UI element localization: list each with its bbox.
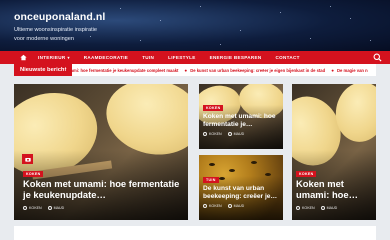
nav-item-tuin[interactable]: TUIN	[142, 55, 154, 60]
content-area	[14, 226, 376, 240]
category-badge[interactable]: TUIN	[203, 177, 219, 183]
clock-icon	[47, 206, 52, 210]
nav-item-lifestyle[interactable]: LIFESTYLE	[168, 55, 195, 60]
post-title[interactable]: Koken met umami: hoe fermentatie je…	[203, 113, 281, 129]
site-header: onceuponaland.nl Ultieme woonsinspiratie…	[0, 0, 390, 51]
main-nav: INTERIEUR ▾ RAAMDECORATIE TUIN LIFESTYLE…	[0, 51, 390, 64]
ticker-items: umami: hoe fermentatie je keukenupdate c…	[64, 68, 373, 73]
site-title[interactable]: onceuponaland.nl	[14, 11, 105, 23]
nav-item-contact[interactable]: CONTACT	[276, 55, 300, 60]
bullet-icon: ●	[331, 67, 334, 73]
clock-icon	[227, 204, 232, 208]
featured-post-card[interactable]: KOKEN Koken met umami: hoe… KOKEN MAUD	[292, 84, 376, 220]
post-date: MAUD	[53, 206, 65, 210]
site-tagline: Ultieme woonsinspiratie inspiratie voor …	[14, 27, 98, 42]
featured-post-card[interactable]: KOKEN Koken met umami: hoe fermentatie j…	[14, 84, 188, 220]
nav-item-interieur[interactable]: INTERIEUR ▾	[38, 55, 70, 60]
post-author[interactable]: KOKEN	[302, 206, 315, 210]
post-card[interactable]: TUIN De kunst van urban beekeeping: creë…	[199, 155, 283, 220]
category-badge[interactable]: KOKEN	[296, 171, 317, 177]
search-icon[interactable]	[373, 53, 382, 62]
post-author[interactable]: KOKEN	[209, 204, 222, 208]
post-title[interactable]: De kunst van urban beekeeping: creëer je…	[203, 185, 281, 201]
home-icon	[19, 54, 27, 61]
ticker-link[interactable]: ● De kunst van urban beekeeping: creëer …	[184, 68, 325, 73]
post-date: MAUD	[326, 206, 338, 210]
user-icon	[296, 206, 300, 210]
post-card[interactable]: KOKEN Koken met umami: hoe fermentatie j…	[199, 84, 283, 149]
post-author[interactable]: KOKEN	[209, 132, 222, 136]
user-icon	[203, 132, 207, 136]
nav-item-energie-besparen[interactable]: ENERGIE BESPAREN	[210, 55, 262, 60]
user-icon	[23, 206, 27, 210]
ticker-link[interactable]: umami: hoe fermentatie je keukenupdate c…	[64, 68, 178, 73]
bullet-icon: ●	[184, 67, 188, 73]
category-badge[interactable]: KOKEN	[23, 171, 44, 177]
news-ticker: Nieuwste bericht umami: hoe fermentatie …	[14, 64, 376, 76]
chevron-down-icon: ▾	[67, 55, 70, 60]
nav-item-raamdecoratie[interactable]: RAAMDECORATIE	[84, 55, 128, 60]
post-date: MAUD	[233, 132, 245, 136]
post-title[interactable]: Koken met umami: hoe…	[296, 178, 376, 200]
post-author[interactable]: KOKEN	[29, 206, 42, 210]
clock-icon	[227, 132, 232, 136]
home-button[interactable]	[14, 51, 32, 64]
post-title[interactable]: Koken met umami: hoe fermentatie je keuk…	[23, 178, 181, 200]
clock-icon	[320, 206, 325, 210]
post-date: MAUD	[233, 204, 245, 208]
category-badge[interactable]: KOKEN	[203, 105, 224, 111]
ticker-link[interactable]: ● De magie van n	[331, 68, 368, 73]
camera-icon	[22, 154, 33, 164]
user-icon	[203, 204, 207, 208]
